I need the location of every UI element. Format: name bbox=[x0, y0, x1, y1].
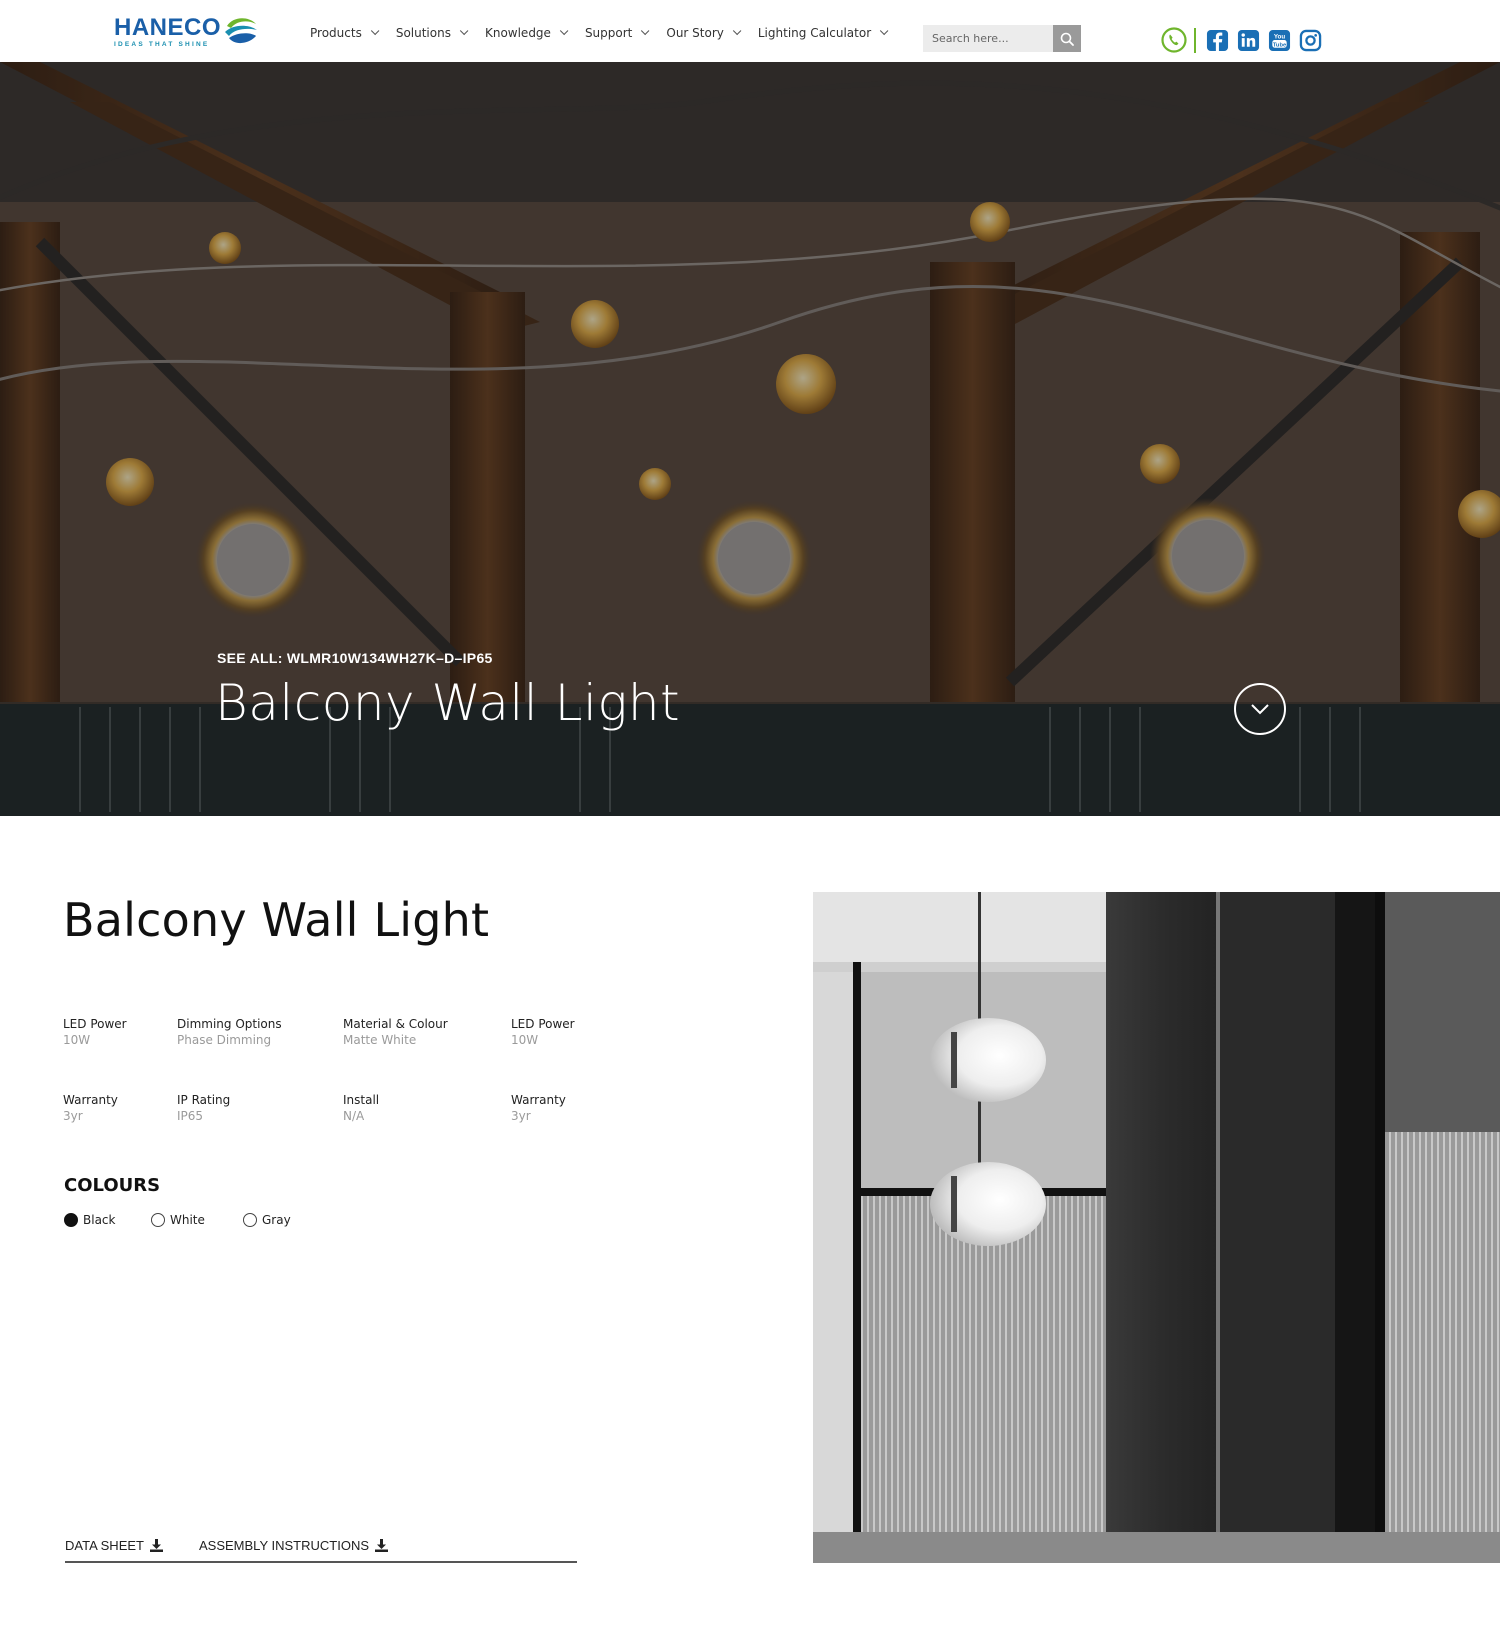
hero-banner: SEE ALL: WLMR10W134WH27K–D–IP65 Balcony … bbox=[0, 62, 1500, 816]
phone-icon[interactable] bbox=[1161, 27, 1187, 53]
download-icon bbox=[149, 1539, 163, 1552]
see-all-link[interactable]: SEE ALL: WLMR10W134WH27K–D–IP65 bbox=[217, 650, 493, 666]
nav-solutions[interactable]: Solutions bbox=[395, 26, 469, 40]
spec-warranty: Warranty 3yr bbox=[63, 1093, 118, 1123]
spec-label: LED Power bbox=[63, 1017, 127, 1031]
spec-label: Warranty bbox=[63, 1093, 118, 1107]
social-links: You Tube bbox=[1161, 27, 1330, 53]
colour-option-black[interactable]: Black bbox=[64, 1213, 115, 1227]
spec-label: LED Power bbox=[511, 1017, 575, 1031]
colours-heading: COLOURS bbox=[64, 1175, 161, 1196]
download-icon bbox=[375, 1539, 388, 1552]
logo-tagline: IDEAS THAT SHINE bbox=[114, 41, 210, 48]
nav-support-label: Support bbox=[584, 26, 633, 40]
spec-label: Install bbox=[343, 1093, 380, 1107]
hero-title: Balcony Wall Light bbox=[215, 674, 681, 732]
colour-label: Black bbox=[83, 1213, 116, 1227]
main-nav: Products Solutions Knowledge Support Our… bbox=[310, 26, 905, 40]
spec-value: N/A bbox=[343, 1109, 365, 1123]
haneco-logo[interactable]: HANECO IDEAS THAT SHINE bbox=[114, 16, 259, 49]
nav-solutions-label: Solutions bbox=[395, 26, 451, 40]
radio-unchecked-icon bbox=[243, 1213, 257, 1227]
spec-label: Material & Colour bbox=[343, 1017, 448, 1031]
site-header: HANECO IDEAS THAT SHINE Products Solutio… bbox=[0, 0, 1500, 62]
spec-value: Matte White bbox=[343, 1033, 417, 1047]
spec-ip-rating: IP Rating IP65 bbox=[177, 1093, 230, 1123]
svg-text:Tube: Tube bbox=[1273, 42, 1286, 48]
facebook-icon[interactable] bbox=[1206, 29, 1229, 52]
spec-dimming-options: Dimming Options Phase Dimming bbox=[177, 1017, 282, 1047]
nav-products-label: Products bbox=[310, 26, 362, 40]
chevron-down-icon bbox=[641, 26, 650, 36]
search-input[interactable] bbox=[923, 25, 1053, 52]
spec-led-power: LED Power 10W bbox=[63, 1017, 127, 1047]
nav-lighting-calculator-label: Lighting Calculator bbox=[757, 26, 872, 40]
product-image bbox=[813, 892, 1500, 1563]
spec-value: 10W bbox=[63, 1033, 91, 1047]
nav-knowledge-label: Knowledge bbox=[484, 26, 551, 40]
spec-value: Phase Dimming bbox=[177, 1033, 272, 1047]
spec-warranty-2: Warranty 3yr bbox=[511, 1093, 566, 1123]
chevron-down-icon bbox=[459, 26, 469, 36]
downloads-bar: DATA SHEET ASSEMBLY INSTRUCTIONS bbox=[65, 1538, 577, 1563]
scroll-down-button[interactable] bbox=[1234, 683, 1286, 735]
nav-our-story[interactable]: Our Story bbox=[666, 26, 742, 40]
spec-led-power-2: LED Power 10W bbox=[511, 1017, 575, 1047]
data-sheet-link[interactable]: DATA SHEET bbox=[65, 1538, 163, 1553]
search-button[interactable] bbox=[1053, 25, 1081, 52]
spec-value: 10W bbox=[511, 1033, 539, 1047]
nav-products[interactable]: Products bbox=[310, 26, 380, 40]
radio-unchecked-icon bbox=[151, 1213, 165, 1227]
search-form bbox=[923, 25, 1081, 52]
nav-support[interactable]: Support bbox=[584, 26, 650, 40]
spec-install: Install N/A bbox=[343, 1093, 379, 1123]
spec-value: 3yr bbox=[63, 1109, 83, 1123]
nav-our-story-label: Our Story bbox=[666, 26, 724, 40]
logo-swirl-icon bbox=[225, 18, 258, 44]
svg-text:You: You bbox=[1274, 33, 1285, 40]
chevron-down-icon bbox=[732, 26, 742, 36]
product-photo bbox=[813, 892, 1500, 1563]
spec-label: Dimming Options bbox=[177, 1017, 282, 1031]
nav-lighting-calculator[interactable]: Lighting Calculator bbox=[757, 26, 889, 40]
colour-label: Gray bbox=[262, 1213, 291, 1227]
spec-label: IP Rating bbox=[177, 1093, 231, 1107]
assembly-instructions-link[interactable]: ASSEMBLY INSTRUCTIONS bbox=[199, 1538, 388, 1553]
spec-value: IP65 bbox=[177, 1109, 204, 1123]
radio-checked-icon bbox=[64, 1213, 78, 1227]
spec-value: 3yr bbox=[511, 1109, 531, 1123]
chevron-down-icon bbox=[1251, 704, 1269, 715]
colour-option-white[interactable]: White bbox=[151, 1213, 205, 1227]
assembly-instructions-label: ASSEMBLY INSTRUCTIONS bbox=[199, 1538, 369, 1553]
chevron-down-icon bbox=[880, 26, 889, 36]
nav-knowledge[interactable]: Knowledge bbox=[484, 26, 569, 40]
product-title: Balcony Wall Light bbox=[63, 893, 490, 947]
spec-label: Warranty bbox=[511, 1093, 566, 1107]
colour-option-gray[interactable]: Gray bbox=[243, 1213, 291, 1227]
search-icon bbox=[1060, 32, 1074, 46]
logo-wordmark: HANECO bbox=[114, 14, 222, 41]
social-divider bbox=[1194, 27, 1196, 53]
youtube-icon[interactable]: You Tube bbox=[1268, 29, 1291, 52]
instagram-icon[interactable] bbox=[1299, 29, 1322, 52]
chevron-down-icon bbox=[559, 26, 569, 36]
linkedin-icon[interactable] bbox=[1237, 29, 1260, 52]
data-sheet-label: DATA SHEET bbox=[65, 1538, 144, 1553]
spec-material-colour: Material & Colour Matte White bbox=[343, 1017, 448, 1047]
colour-label: White bbox=[170, 1213, 205, 1227]
chevron-down-icon bbox=[370, 26, 380, 36]
